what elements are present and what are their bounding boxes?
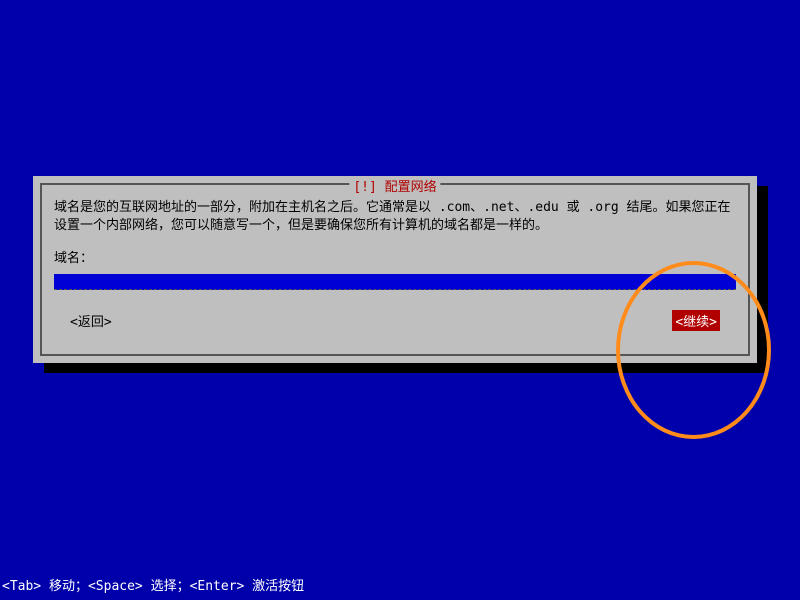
back-button[interactable]: <返回> <box>70 311 112 330</box>
domain-input[interactable] <box>54 274 736 290</box>
footer-keyboard-hint: <Tab> 移动；<Space> 选择；<Enter> 激活按钮 <box>2 575 304 594</box>
button-row: <返回> <继续> <box>54 310 736 331</box>
domain-field-label: 域名： <box>54 247 736 266</box>
dialog-inner: [!] 配置网络 域名是您的互联网地址的一部分，附加在主机名之后。它通常是以 .… <box>40 183 750 356</box>
continue-button[interactable]: <继续> <box>672 310 720 331</box>
network-config-dialog: [!] 配置网络 域名是您的互联网地址的一部分，附加在主机名之后。它通常是以 .… <box>33 176 757 363</box>
dialog-description: 域名是您的互联网地址的一部分，附加在主机名之后。它通常是以 .com、.net、… <box>54 199 736 235</box>
dialog-title: [!] 配置网络 <box>349 176 440 195</box>
